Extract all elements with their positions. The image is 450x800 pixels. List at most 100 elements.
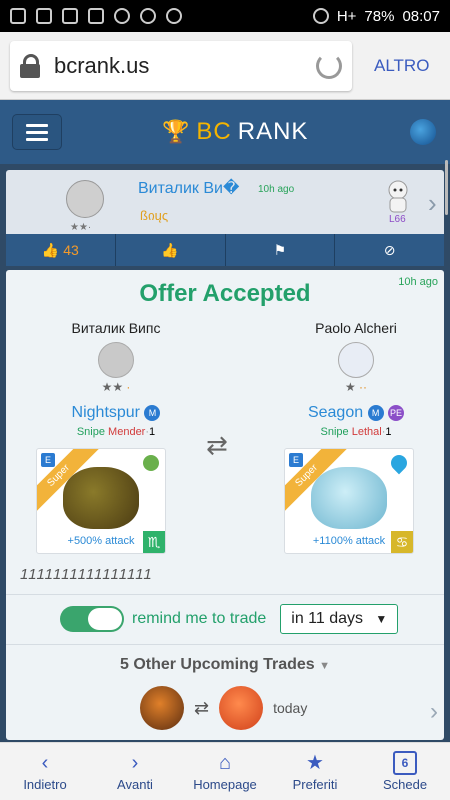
menu-bar-icon bbox=[26, 130, 48, 134]
brand-logo[interactable]: 🏆 BC RANK bbox=[162, 118, 308, 146]
trade-time: 10h ago bbox=[258, 184, 295, 195]
caret-down-icon: ▼ bbox=[319, 660, 331, 672]
trophy-icon: 🏆 bbox=[162, 119, 191, 144]
nav-tabs[interactable]: 6 Schede bbox=[360, 743, 450, 800]
block-icon: ⊘ bbox=[383, 241, 396, 258]
remind-interval-select[interactable]: in 11 days ▼ bbox=[280, 604, 399, 634]
left-trader-name[interactable]: Виталик Випс bbox=[36, 320, 196, 336]
right-pet-badge-m: M bbox=[367, 404, 384, 421]
brand-first: BC bbox=[196, 118, 232, 145]
upcoming-monster-b bbox=[219, 686, 264, 730]
right-pet-trait: Lethal bbox=[351, 426, 382, 438]
chevron-right-icon[interactable]: › bbox=[428, 188, 437, 219]
url-text[interactable]: bcrank.us bbox=[54, 53, 316, 79]
nav-tabs-label: Schede bbox=[382, 777, 428, 792]
upcoming-trade-item[interactable]: ⇄ today bbox=[140, 686, 307, 730]
nature-element-icon bbox=[143, 455, 159, 471]
brand-second: RANK bbox=[237, 118, 309, 145]
offer-note: 1111111111111111 bbox=[20, 566, 153, 583]
right-pet[interactable]: Seagon M PE bbox=[276, 404, 436, 422]
right-pet-name: Seagon bbox=[307, 404, 364, 421]
swap-icon: ⇄ bbox=[206, 430, 228, 460]
network-type: H+ bbox=[336, 7, 357, 25]
remind-interval-value: in 11 days bbox=[291, 610, 364, 627]
swap-icon: ⇄ bbox=[194, 697, 210, 718]
address-bar[interactable]: bcrank.us bbox=[10, 40, 352, 91]
offer-card: 10h ago Offer Accepted Виталик Випс ★★ ·… bbox=[6, 270, 444, 740]
bookmark-star-icon: ★ bbox=[306, 752, 324, 774]
remind-row: remind me to trade in 11 days ▼ bbox=[60, 604, 399, 634]
block-button[interactable]: ⊘ bbox=[335, 234, 444, 266]
right-trader-name[interactable]: Paolo Alcheri bbox=[276, 320, 436, 336]
right-pet-tier: 1 bbox=[385, 426, 392, 438]
left-pet-name: Nightspur bbox=[71, 404, 141, 421]
right-monster-card[interactable]: Super E +1100% attack ♋ bbox=[284, 448, 414, 554]
status-bar: H+ 78% 08:07 bbox=[0, 0, 450, 32]
left-trader: Виталик Випс ★★ · Nightspur M Snipe Mend… bbox=[36, 320, 196, 438]
nav-home[interactable]: ⌂ Homepage bbox=[180, 743, 270, 800]
upcoming-trade-when: today bbox=[273, 700, 308, 716]
like-count-button[interactable]: 👍 43 bbox=[6, 234, 116, 266]
browser-toolbar: bcrank.us ALTRO bbox=[0, 32, 450, 100]
left-monster-image bbox=[63, 467, 139, 529]
thumbs-up-icon: 👍 bbox=[161, 241, 179, 258]
right-trader: Paolo Alcheri ★ ·· Seagon M PE Snipe Let… bbox=[276, 320, 436, 438]
facebook-icon bbox=[36, 8, 52, 24]
chevron-right-icon[interactable]: › bbox=[430, 698, 438, 726]
flag-icon: ⚑ bbox=[273, 241, 287, 258]
left-pet-tier: 1 bbox=[149, 426, 156, 438]
reload-icon[interactable] bbox=[316, 52, 342, 79]
home-icon: ⌂ bbox=[218, 752, 232, 774]
like-count: 43 bbox=[63, 242, 79, 258]
upcoming-trades-header[interactable]: 5 Other Upcoming Trades ▼ bbox=[6, 656, 444, 674]
alarm-icon bbox=[312, 8, 329, 24]
right-pet-badge-pe: PE bbox=[388, 404, 405, 421]
left-elite-icon: E bbox=[41, 453, 55, 467]
nav-forward-label: Avanti bbox=[117, 777, 153, 792]
chrome-icon bbox=[166, 8, 182, 24]
trade-actions: 👍 43 👍 ⚑ ⊘ bbox=[6, 234, 444, 266]
chevron-right-icon: › bbox=[131, 752, 139, 774]
hamburger-menu-button[interactable] bbox=[12, 114, 62, 150]
scorpio-icon: ♏ bbox=[143, 531, 165, 553]
scrollbar[interactable] bbox=[445, 160, 448, 215]
cat-icon bbox=[114, 8, 130, 24]
trade-summary-row[interactable]: ★★· Виталик Ви� 10h ago ßიųς L66 › 👍 43 … bbox=[6, 170, 444, 266]
player-level: L66 bbox=[389, 214, 406, 225]
menu-bar-icon bbox=[26, 137, 48, 141]
user-name[interactable]: Виталик Ви� bbox=[138, 178, 239, 198]
system-icons: H+ 78% 08:07 bbox=[312, 7, 440, 25]
left-trader-avatar[interactable] bbox=[98, 342, 134, 378]
left-pet[interactable]: Nightspur M bbox=[36, 404, 196, 422]
rank-stars: ★★· bbox=[70, 222, 92, 233]
nav-back-label: Indietro bbox=[23, 777, 67, 792]
user-avatar[interactable] bbox=[66, 180, 104, 218]
chevron-left-icon: ‹ bbox=[41, 752, 49, 774]
right-pet-attributes: Snipe Lethal·1 bbox=[320, 426, 392, 438]
globe-icon[interactable] bbox=[410, 119, 436, 145]
wrench-icon bbox=[88, 8, 104, 24]
left-pet-trait: Mender bbox=[108, 426, 146, 438]
nav-forward[interactable]: › Avanti bbox=[90, 743, 180, 800]
browser-menu-button[interactable]: ALTRO bbox=[374, 56, 429, 76]
upcoming-trades-title: 5 Other Upcoming Trades bbox=[119, 656, 315, 673]
remind-toggle[interactable] bbox=[60, 606, 124, 632]
divider bbox=[6, 644, 444, 645]
menu-bar-icon bbox=[26, 123, 48, 127]
nav-back[interactable]: ‹ Indietro bbox=[0, 743, 90, 800]
left-monster-card[interactable]: Super E +500% attack ♏ bbox=[36, 448, 166, 554]
pinwheel-icon bbox=[140, 8, 156, 24]
right-trader-avatar[interactable] bbox=[338, 342, 374, 378]
divider bbox=[6, 594, 444, 595]
notification-icons bbox=[10, 8, 182, 24]
left-pet-role: Snipe bbox=[76, 426, 105, 438]
offer-title: Offer Accepted bbox=[139, 280, 311, 307]
cancer-icon: ♋ bbox=[391, 531, 413, 553]
clock: 08:07 bbox=[402, 7, 440, 25]
caret-down-icon: ▼ bbox=[375, 612, 388, 626]
flag-button[interactable]: ⚑ bbox=[226, 234, 336, 266]
thumbs-up-button[interactable]: 👍 bbox=[116, 234, 226, 266]
nav-favorites[interactable]: ★ Preferiti bbox=[270, 743, 360, 800]
browser-bottom-nav: ‹ Indietro › Avanti ⌂ Homepage ★ Preferi… bbox=[0, 742, 450, 800]
add-person-icon bbox=[62, 8, 78, 24]
